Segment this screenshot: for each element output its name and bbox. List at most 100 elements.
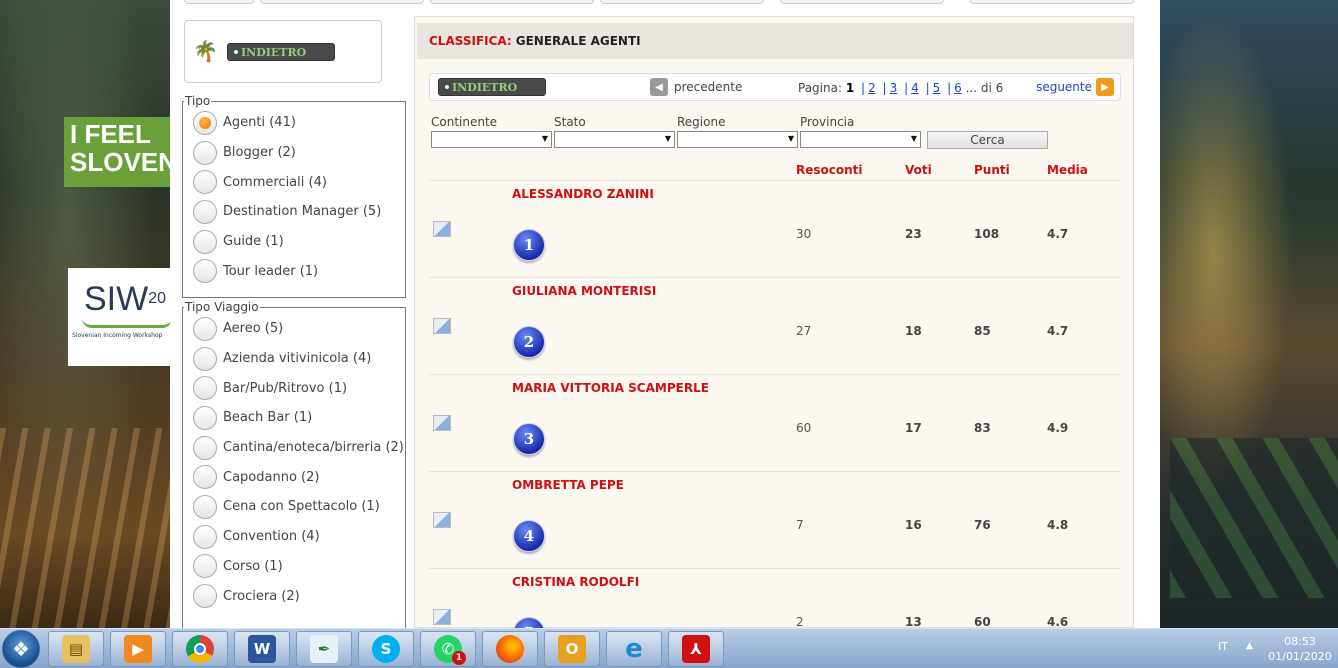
agent-photo[interactable]	[433, 609, 451, 625]
viaggio-option[interactable]: Corso (1)	[193, 552, 405, 582]
next-page-link[interactable]: seguente ▶	[1036, 78, 1114, 96]
agent-photo[interactable]	[433, 318, 451, 334]
cell-punti: 108	[974, 227, 1000, 241]
radio-icon[interactable]	[193, 346, 217, 371]
firefox-icon	[496, 635, 524, 663]
viaggio-option[interactable]: Cantina/enoteca/birreria (2)	[193, 433, 405, 463]
page-link-6[interactable]: 6	[954, 81, 962, 95]
col-header-voti[interactable]: Voti	[905, 163, 932, 177]
stato-select[interactable]	[554, 131, 675, 148]
page-link-2[interactable]: 2	[868, 81, 876, 95]
system-clock[interactable]: 08:53 01/01/2020	[1268, 634, 1332, 664]
search-button[interactable]: Cerca	[927, 131, 1048, 149]
viaggio-option[interactable]: Crociera (2)	[193, 581, 405, 611]
siw-banner[interactable]: SIW20 Slovenian Incoming Workshop	[68, 268, 170, 366]
provincia-select[interactable]	[800, 131, 921, 148]
radio-icon[interactable]	[193, 316, 217, 341]
radio-icon[interactable]	[193, 584, 217, 609]
word-icon: W	[248, 635, 276, 663]
page-link-3[interactable]: 3	[890, 81, 898, 95]
viaggio-option[interactable]: Capodanno (2)	[193, 462, 405, 492]
cell-punti: 76	[974, 518, 991, 532]
agent-name[interactable]: GIULIANA MONTERISI	[512, 284, 656, 298]
prev-page-link[interactable]: ◀ precedente	[650, 78, 742, 96]
radio-icon[interactable]	[193, 494, 217, 519]
radio-selected-icon[interactable]	[193, 110, 217, 135]
tipo-option-tour-leader[interactable]: Tour leader (1)	[193, 256, 405, 286]
rank-badge: 1	[513, 229, 545, 261]
radio-icon[interactable]	[193, 259, 217, 284]
radio-icon[interactable]	[193, 140, 217, 165]
feather-app-icon: ✒	[310, 635, 338, 663]
agent-name[interactable]: ALESSANDRO ZANINI	[512, 187, 654, 201]
page-link-4[interactable]: 4	[911, 81, 919, 95]
radio-icon[interactable]	[193, 524, 217, 549]
cell-resoconti: 2	[796, 615, 804, 628]
radio-icon[interactable]	[193, 554, 217, 579]
agent-name[interactable]: OMBRETTA PEPE	[512, 478, 624, 492]
pagination-bar: INDIETRO ◀ precedente Pagina: 1 | 2 | 3 | 4…	[429, 73, 1121, 101]
tray-expand-icon[interactable]: ▲	[1246, 641, 1253, 651]
radio-icon[interactable]	[193, 229, 217, 254]
viaggio-option[interactable]: Beach Bar (1)	[193, 403, 405, 433]
taskbar-chrome[interactable]	[172, 631, 228, 667]
i-feel-slovenia-banner[interactable]: I FEEL SLOVENIA	[64, 117, 170, 187]
language-indicator[interactable]: IT	[1218, 640, 1228, 653]
table-row: GIULIANA MONTERISI 2 27 18 85 4.7	[429, 277, 1121, 374]
taskbar-acrobat[interactable]: ⅄	[668, 631, 724, 667]
start-button[interactable]	[2, 630, 40, 668]
filter-provincia: Provincia	[800, 115, 921, 148]
rank-badge: 5	[513, 617, 545, 628]
taskbar-whatsapp[interactable]: ✆ 1	[420, 631, 476, 667]
cell-voti: 23	[905, 227, 922, 241]
filter-tipo-viaggio-legend: Tipo Viaggio	[185, 300, 259, 314]
viaggio-option[interactable]: Bar/Pub/Ritrovo (1)	[193, 373, 405, 403]
tipo-option-guide[interactable]: Guide (1)	[193, 227, 405, 257]
tipo-option-blogger[interactable]: Blogger (2)	[193, 138, 405, 168]
agent-photo[interactable]	[433, 415, 451, 431]
tipo-option-destination-manager[interactable]: Destination Manager (5)	[193, 197, 405, 227]
taskbar-outlook[interactable]: O	[544, 631, 600, 667]
radio-icon[interactable]	[193, 170, 217, 195]
taskbar-internet-explorer[interactable]: e	[606, 631, 662, 667]
col-header-punti[interactable]: Punti	[974, 163, 1010, 177]
rank-badge: 4	[513, 520, 545, 552]
chrome-icon	[186, 635, 214, 663]
viaggio-option[interactable]: Convention (4)	[193, 522, 405, 552]
radio-icon[interactable]	[193, 376, 217, 401]
taskbar-file-explorer[interactable]: ▤	[48, 631, 104, 667]
radio-icon[interactable]	[193, 405, 217, 430]
radio-icon[interactable]	[193, 465, 217, 490]
background-right	[1160, 0, 1338, 628]
cell-voti: 13	[905, 615, 922, 628]
agent-photo[interactable]	[433, 221, 451, 237]
radio-icon[interactable]	[193, 435, 217, 460]
agent-photo[interactable]	[433, 512, 451, 528]
regione-select[interactable]	[677, 131, 798, 148]
radio-icon[interactable]	[193, 199, 217, 224]
continente-select[interactable]	[431, 131, 552, 148]
viaggio-option[interactable]: Azienda vitivinicola (4)	[193, 344, 405, 374]
sidebar-back-box: 🌴 INDIETRO	[184, 20, 382, 83]
tipo-option-commerciali[interactable]: Commerciali (4)	[193, 167, 405, 197]
agent-name[interactable]: CRISTINA RODOLFI	[512, 575, 639, 589]
palm-tree-icon: 🌴	[193, 39, 218, 63]
taskbar-media-player[interactable]: ▶	[110, 631, 166, 667]
taskbar-skype[interactable]: S	[358, 631, 414, 667]
page-link-5[interactable]: 5	[933, 81, 941, 95]
viaggio-option[interactable]: Cena con Spettacolo (1)	[193, 492, 405, 522]
notification-badge: 1	[452, 651, 466, 665]
table-row: MARIA VITTORIA SCAMPERLE 3 60 17 83 4.9	[429, 374, 1121, 471]
back-button[interactable]: INDIETRO	[438, 78, 546, 96]
taskbar-firefox[interactable]	[482, 631, 538, 667]
bullet-icon	[445, 85, 449, 89]
taskbar-word[interactable]: W	[234, 631, 290, 667]
sidebar-back-button[interactable]: INDIETRO	[227, 43, 335, 61]
taskbar-feather-app[interactable]: ✒	[296, 631, 352, 667]
viaggio-option[interactable]: Aereo (5)	[193, 314, 405, 344]
agent-name[interactable]: MARIA VITTORIA SCAMPERLE	[512, 381, 709, 395]
tipo-option-agenti[interactable]: Agenti (41)	[193, 108, 405, 138]
col-header-resoconti[interactable]: Resoconti	[796, 163, 863, 177]
col-header-media[interactable]: Media	[1047, 163, 1088, 177]
arrow-right-icon: ▶	[1096, 78, 1114, 96]
